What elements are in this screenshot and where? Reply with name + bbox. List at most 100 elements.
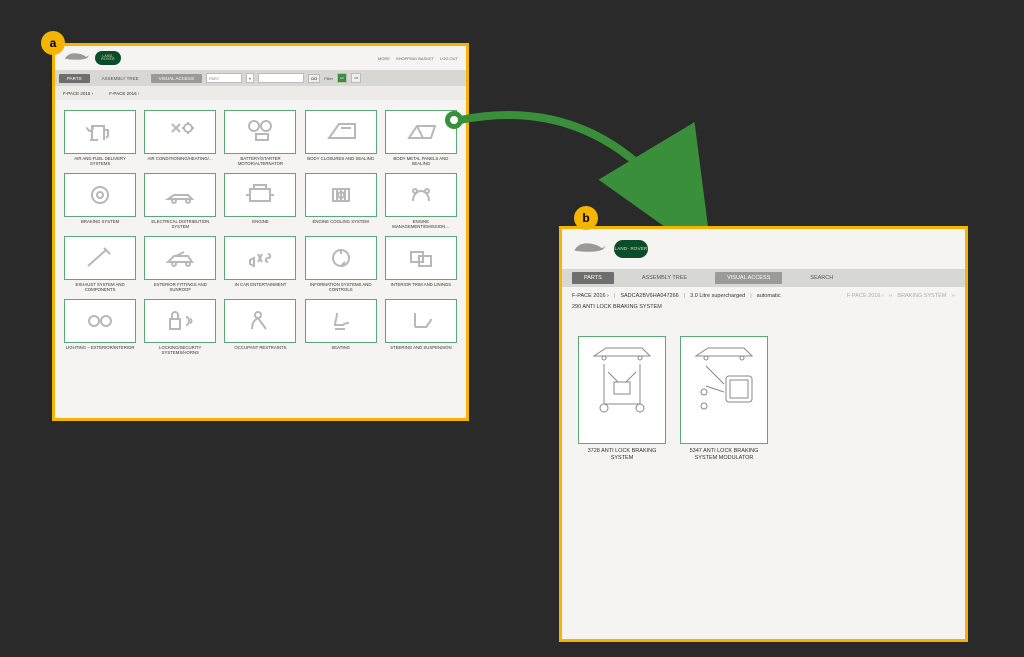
toolbar-a: PARTS ASSEMBLY TREE VISUAL ACCESS PART ▾… [55,70,466,86]
category-icon [64,236,136,280]
category-label: ENGINE MANAGEMENT/EMISSION… [384,219,458,230]
category-label: INFORMATION SYSTEMS AND CONTROLS [304,282,378,293]
panel-b: LAND- ROVER PARTS ASSEMBLY TREE VISUAL A… [559,226,968,642]
category-tile[interactable]: OCCUPANT RESTRAINTS [223,299,297,356]
category-tile[interactable]: EXTERIOR FITTINGS AND SUNROOF [143,236,217,293]
header-b: LAND- ROVER [562,229,965,269]
part-label: 3728 ANTI LOCK BRAKING SYSTEM [578,448,666,462]
logos: LAND- ROVER [63,49,121,67]
breadcrumb-b: F-PACE 2016 › | SADCA2BV6HA047266 | 3.0 … [562,287,965,316]
category-icon [224,173,296,217]
category-icon [64,173,136,217]
category-label: BATTERY/STARTER MOTOR/ALTERNATOR [223,156,297,167]
category-tile[interactable]: ENGINE [223,173,297,230]
category-label: ELECTRICAL DISTRIBUTION SYSTEM [143,219,217,230]
category-tile[interactable]: BODY METAL PANELS AND SEALING [384,110,458,167]
part-tile[interactable]: 5347 ANTI LOCK BRAKING SYSTEM MODULATOR [680,336,768,462]
header-a: LAND- ROVER MORE SHOPPING BASKET LOG OUT [55,46,466,70]
category-icon [144,299,216,343]
go-button[interactable]: GO [308,74,320,83]
crumb-a-2[interactable]: F-PACE 2016 › [109,91,139,96]
category-label: BODY METAL PANELS AND SEALING [384,156,458,167]
category-label: AIR CONDITIONING/HEATING/… [147,156,215,167]
basket-link[interactable]: SHOPPING BASKET [396,56,434,61]
filter-on-toggle[interactable]: On [337,73,347,83]
category-label: EXHAUST SYSTEM AND COMPONENTS [63,282,137,293]
category-icon [224,299,296,343]
crumb-a-1[interactable]: F-PACE 2016 › [63,91,93,96]
category-icon [385,110,457,154]
filter-off-toggle[interactable]: Off [351,73,361,83]
category-tile[interactable]: EXHAUST SYSTEM AND COMPONENTS [63,236,137,293]
parts-list: 3728 ANTI LOCK BRAKING SYSTEM 5347 ANTI L… [562,316,965,482]
part-label: 5347 ANTI LOCK BRAKING SYSTEM MODULATOR [680,448,768,462]
category-tile[interactable]: INTERIOR TRIM AND LININGS [384,236,458,293]
part-tile[interactable]: 3728 ANTI LOCK BRAKING SYSTEM [578,336,666,462]
category-tile[interactable]: ELECTRICAL DISTRIBUTION SYSTEM [143,173,217,230]
category-label: INTERIOR TRIM AND LININGS [390,282,453,293]
category-tile[interactable]: INFORMATION SYSTEMS AND CONTROLS [304,236,378,293]
tab-visual-access[interactable]: VISUAL ACCESS [151,74,202,83]
category-label: ENGINE [251,219,269,230]
crumb-path-1[interactable]: F-PACE 2016 › [847,293,884,299]
crumb-path-2[interactable]: BRAKING SYSTEM [897,293,946,299]
tab-assembly-tree-b[interactable]: ASSEMBLY TREE [630,272,699,284]
category-icon [385,299,457,343]
sep-icon: | [614,293,615,299]
landrover-logo-icon: LAND- ROVER [614,240,648,258]
category-icon [224,110,296,154]
category-label: EXTERIOR FITTINGS AND SUNROOF [143,282,217,293]
category-tile[interactable]: BRAKING SYSTEM [63,173,137,230]
category-label: BRAKING SYSTEM [80,219,120,230]
category-label: IN CAR ENTERTAINMENT [234,282,288,293]
tab-search-b[interactable]: SEARCH [798,272,845,284]
category-icon [305,110,377,154]
crumb-trans: automatic [757,293,781,299]
tab-visual-access-b[interactable]: VISUAL ACCESS [715,272,782,284]
category-tile[interactable]: SEATING [304,299,378,356]
tab-parts-b[interactable]: PARTS [572,272,614,284]
crumb-vin: SADCA2BV6HA047266 [620,293,678,299]
category-label: ENGINE COOLING SYSTEM [312,219,370,230]
category-label: STEERING AND SUSPENSION [389,345,452,356]
category-icon [144,236,216,280]
arrow-sep-icon: ›› [889,293,893,299]
search-input[interactable] [258,73,304,83]
category-tile[interactable]: STEERING AND SUSPENSION [384,299,458,356]
sep-icon: | [750,293,751,299]
category-label: BODY CLOSURES AND SEALING [306,156,375,167]
category-icon [305,173,377,217]
crumb-engine: 3.0 Litre supercharged [690,293,745,299]
breadcrumb-a: F-PACE 2016 › F-PACE 2016 › [55,86,466,100]
more-link[interactable]: MORE [378,56,390,61]
category-tile[interactable]: ENGINE COOLING SYSTEM [304,173,378,230]
logout-link[interactable]: LOG OUT [440,56,458,61]
category-icon [385,236,457,280]
category-icon [224,236,296,280]
badge-a: a [41,31,65,55]
landrover-logo-icon: LAND- ROVER [95,51,121,65]
part-diagram-icon [578,336,666,444]
category-tile[interactable]: AIR CONDITIONING/HEATING/… [143,110,217,167]
category-tile[interactable]: LIGHTING – EXTERIOR/INTERIOR [63,299,137,356]
top-links: MORE SHOPPING BASKET LOG OUT [378,56,458,61]
badge-b: b [574,206,598,230]
category-tile[interactable]: BODY CLOSURES AND SEALING [304,110,378,167]
part-type-select[interactable]: PART [206,73,242,83]
toolbar-b: PARTS ASSEMBLY TREE VISUAL ACCESS SEARCH [562,269,965,287]
category-grid: AIR AND FUEL DELIVERY SYSTEMS AIR CONDITI… [55,100,466,366]
part-type-caret-icon[interactable]: ▾ [246,73,254,83]
category-tile[interactable]: BATTERY/STARTER MOTOR/ALTERNATOR [223,110,297,167]
tab-parts[interactable]: PARTS [59,74,90,83]
category-tile[interactable]: IN CAR ENTERTAINMENT [223,236,297,293]
category-tile[interactable]: LOCKING/SECURITY SYSTEMS/HORNS [143,299,217,356]
category-label: SEATING [330,345,351,356]
tab-assembly-tree[interactable]: ASSEMBLY TREE [94,74,147,83]
sep-icon: | [684,293,685,299]
category-tile[interactable]: AIR AND FUEL DELIVERY SYSTEMS [63,110,137,167]
category-tile[interactable]: ENGINE MANAGEMENT/EMISSION… [384,173,458,230]
category-label: OCCUPANT RESTRAINTS [233,345,287,356]
panel-a: LAND- ROVER MORE SHOPPING BASKET LOG OUT… [52,43,469,421]
crumb-model[interactable]: F-PACE 2016 › [572,293,609,299]
jaguar-logo-icon [63,49,91,67]
